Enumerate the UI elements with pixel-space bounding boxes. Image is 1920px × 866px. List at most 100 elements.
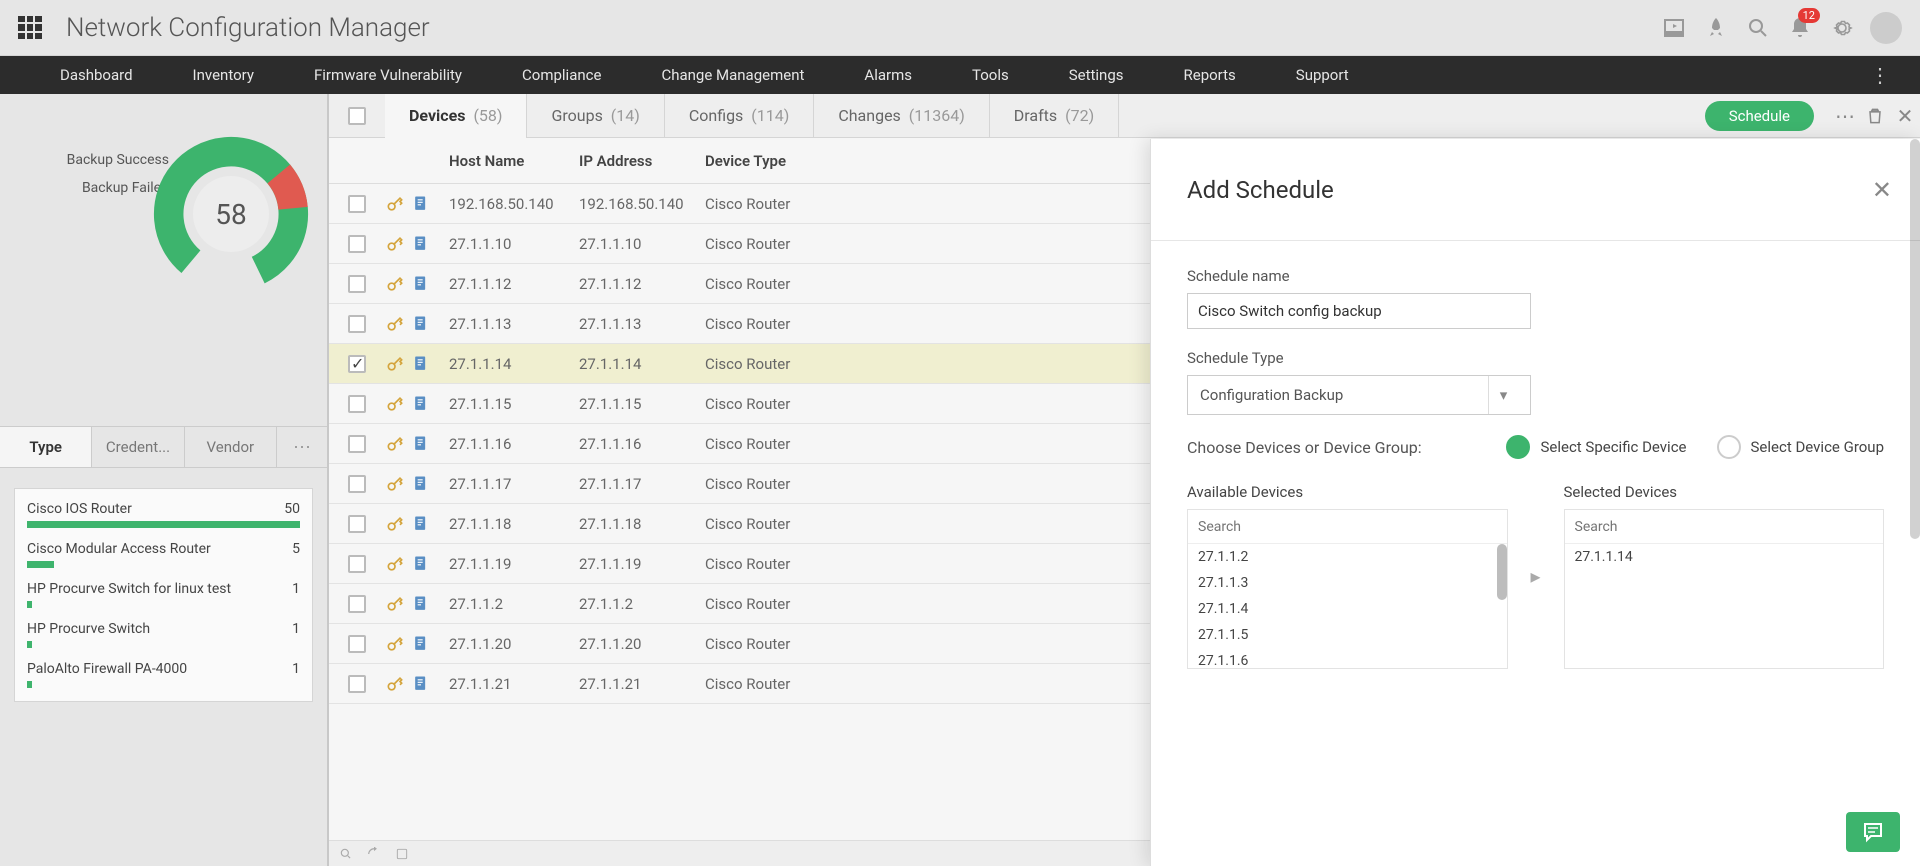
close-icon[interactable]: ✕ [1890,104,1920,128]
list-item[interactable]: 27.1.1.4 [1188,596,1507,622]
type-row[interactable]: HP Procurve Switch1 [15,615,312,655]
more-icon[interactable]: ⋯ [1830,104,1860,128]
search-icon[interactable] [1744,14,1772,42]
settings-small-icon[interactable] [395,847,409,861]
doc-icon[interactable] [411,514,431,534]
row-checkbox[interactable] [348,355,366,373]
nav-inventory[interactable]: Inventory [163,56,284,94]
nav-tools[interactable]: Tools [942,56,1039,94]
tab-drafts[interactable]: Drafts (72) [990,94,1119,138]
list-item[interactable]: 27.1.1.6 [1188,648,1507,668]
type-name: PaloAlto Firewall PA-4000 [27,661,187,677]
doc-icon[interactable] [411,634,431,654]
list-item[interactable]: 27.1.1.3 [1188,570,1507,596]
doc-icon[interactable] [411,594,431,614]
radio-specific-device[interactable]: Select Specific Device [1506,435,1686,459]
row-checkbox[interactable] [348,195,366,213]
schedule-name-input[interactable] [1187,293,1531,329]
doc-icon[interactable] [411,474,431,494]
nav-support[interactable]: Support [1266,56,1379,94]
key-icon[interactable] [385,354,405,374]
page-scrollbar[interactable] [1910,139,1920,539]
chat-fab[interactable] [1846,812,1900,852]
nav-more-icon[interactable]: ⋮ [1870,63,1890,87]
row-checkbox[interactable] [348,475,366,493]
selected-search-input[interactable] [1575,510,1874,543]
nav-change-mgmt[interactable]: Change Management [631,56,834,94]
bell-icon[interactable]: 12 [1786,14,1814,42]
key-icon[interactable] [385,314,405,334]
modal-close-icon[interactable]: ✕ [1872,176,1892,204]
nav-firmware[interactable]: Firmware Vulnerability [284,56,492,94]
nav-compliance[interactable]: Compliance [492,56,631,94]
tab-groups[interactable]: Groups (14) [527,94,664,138]
tab-devices[interactable]: Devices (58) [385,94,527,138]
nav-reports[interactable]: Reports [1154,56,1266,94]
tab-changes[interactable]: Changes (11364) [814,94,989,138]
avatar[interactable] [1870,12,1902,44]
row-checkbox[interactable] [348,595,366,613]
doc-icon[interactable] [411,554,431,574]
doc-icon[interactable] [411,194,431,214]
row-checkbox[interactable] [348,555,366,573]
row-checkbox[interactable] [348,395,366,413]
move-right-icon[interactable]: ▸ [1524,483,1548,669]
doc-icon[interactable] [411,274,431,294]
filter-more-icon[interactable]: ⋯ [277,427,327,467]
schedule-button[interactable]: Schedule [1705,101,1814,131]
filter-tab-credentials[interactable]: Credent... [92,427,184,467]
key-icon[interactable] [385,674,405,694]
row-checkbox[interactable] [348,275,366,293]
list-item[interactable]: 27.1.1.2 [1188,544,1507,570]
doc-icon[interactable] [411,314,431,334]
type-row[interactable]: HP Procurve Switch for linux test1 [15,575,312,615]
refresh-small-icon[interactable] [367,847,381,861]
row-checkbox[interactable] [348,235,366,253]
type-row[interactable]: Cisco Modular Access Router5 [15,535,312,575]
doc-icon[interactable] [411,354,431,374]
key-icon[interactable] [385,234,405,254]
key-icon[interactable] [385,274,405,294]
list-item[interactable]: 27.1.1.14 [1565,544,1884,570]
col-host[interactable]: Host Name [449,152,579,170]
doc-icon[interactable] [411,434,431,454]
row-checkbox[interactable] [348,515,366,533]
key-icon[interactable] [385,394,405,414]
key-icon[interactable] [385,634,405,654]
gear-icon[interactable] [1828,14,1856,42]
col-type[interactable]: Device Type [705,152,825,170]
list-item[interactable]: 27.1.1.5 [1188,622,1507,648]
tab-configs[interactable]: Configs (114) [665,94,814,138]
doc-icon[interactable] [411,234,431,254]
key-icon[interactable] [385,194,405,214]
doc-icon[interactable] [411,674,431,694]
apps-icon[interactable] [18,16,42,40]
rocket-icon[interactable] [1702,14,1730,42]
type-row[interactable]: Cisco IOS Router50 [15,495,312,535]
key-icon[interactable] [385,474,405,494]
key-icon[interactable] [385,594,405,614]
scrollbar[interactable] [1497,544,1507,600]
row-checkbox[interactable] [348,635,366,653]
row-checkbox[interactable] [348,435,366,453]
key-icon[interactable] [385,514,405,534]
doc-icon[interactable] [411,394,431,414]
nav-alarms[interactable]: Alarms [834,56,942,94]
row-checkbox[interactable] [348,315,366,333]
filter-tab-type[interactable]: Type [0,427,92,467]
schedule-type-select[interactable]: Configuration Backup ▾ [1187,375,1531,415]
radio-device-group[interactable]: Select Device Group [1717,435,1884,459]
key-icon[interactable] [385,434,405,454]
type-row[interactable]: PaloAlto Firewall PA-40001 [15,655,312,695]
key-icon[interactable] [385,554,405,574]
nav-settings[interactable]: Settings [1039,56,1154,94]
row-checkbox[interactable] [348,675,366,693]
available-search-input[interactable] [1198,510,1497,543]
select-all-checkbox[interactable] [348,107,366,125]
filter-tab-vendor[interactable]: Vendor [185,427,277,467]
col-ip[interactable]: IP Address [579,152,705,170]
nav-dashboard[interactable]: Dashboard [30,56,163,94]
monitor-icon[interactable] [1660,14,1688,42]
search-small-icon[interactable] [339,847,353,861]
trash-icon[interactable] [1860,106,1890,126]
